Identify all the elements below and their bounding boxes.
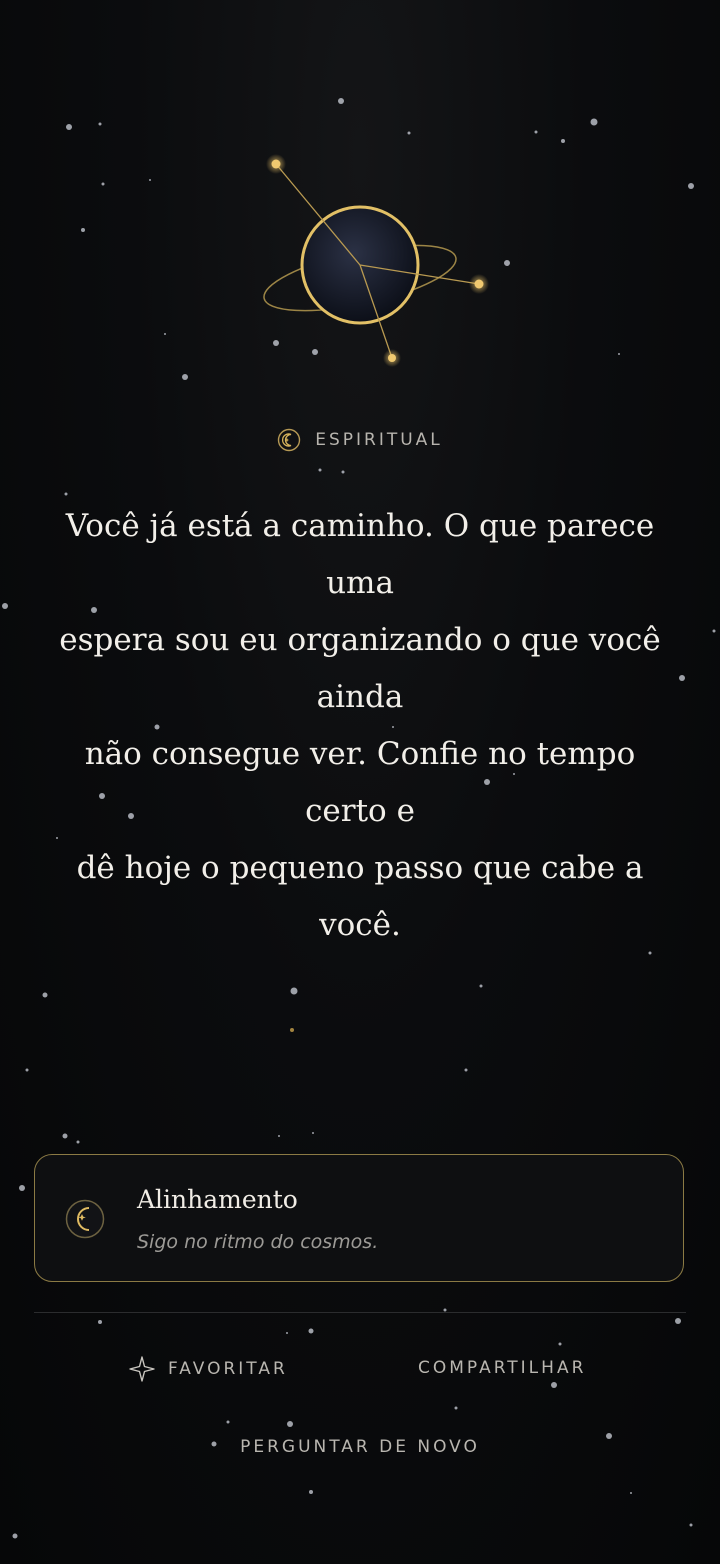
card-subtitle: Sigo no ritmo do cosmos.: [137, 1231, 379, 1253]
ask-again-label: PERGUNTAR DE NOVO: [240, 1437, 480, 1457]
category-text: ESPIRITUAL: [315, 430, 443, 450]
message-line: espera sou eu organizando o que você ain…: [59, 622, 661, 715]
share-label: COMPARTILHAR: [418, 1358, 587, 1378]
share-button[interactable]: COMPARTILHAR: [418, 1358, 586, 1378]
divider: [34, 1312, 686, 1313]
ask-again-button[interactable]: PERGUNTAR DE NOVO: [0, 1437, 720, 1457]
alignment-card[interactable]: Alinhamento Sigo no ritmo do cosmos.: [34, 1154, 684, 1282]
favorite-label: FAVORITAR: [168, 1359, 288, 1379]
message-line: dê hoje o pequeno passo que cabe a você.: [76, 850, 644, 943]
category-label: ESPIRITUAL: [0, 428, 720, 452]
crescent-moon-icon: [65, 1199, 105, 1239]
planet-constellation-illustration: [263, 154, 489, 367]
oracle-message: Você já está a caminho. O que parece uma…: [40, 498, 680, 954]
card-title: Alinhamento: [137, 1185, 298, 1214]
favorite-button[interactable]: FAVORITAR: [128, 1355, 288, 1383]
message-line: Você já está a caminho. O que parece uma: [65, 508, 655, 601]
message-line: não consegue ver. Confie no tempo certo …: [84, 736, 636, 829]
moon-circle-icon: [278, 428, 301, 452]
sparkle-star-icon: [129, 1356, 155, 1382]
